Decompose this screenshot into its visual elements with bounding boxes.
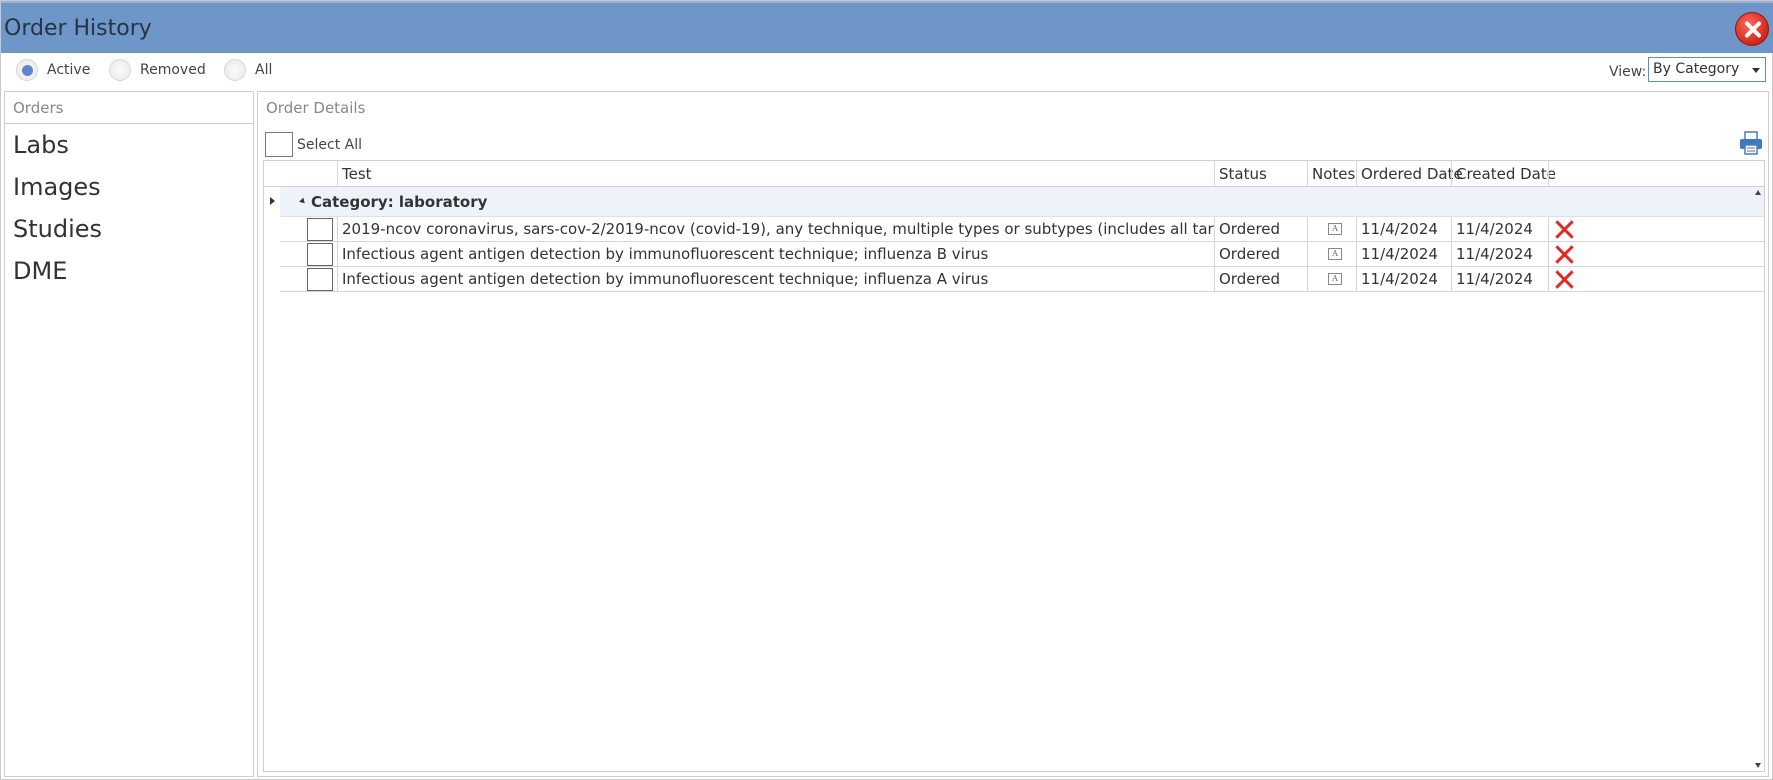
radio-all-label: All <box>255 62 273 78</box>
filter-bar: Active Removed All View: By Category <box>1 53 1773 89</box>
radio-active[interactable]: Active <box>16 59 90 81</box>
orders-panel-header: Orders <box>5 92 253 124</box>
order-history-window: Order History Active Removed All View: B… <box>0 0 1773 780</box>
grid-header: Test Status Notes Ordered Date Created D… <box>264 161 1764 187</box>
delete-icon[interactable] <box>1554 219 1574 239</box>
radio-active-circle[interactable] <box>16 59 38 81</box>
window-title: Order History <box>4 16 152 41</box>
notes-icon[interactable]: A <box>1328 223 1342 235</box>
radio-removed-label: Removed <box>140 62 206 78</box>
notes-icon[interactable]: A <box>1328 273 1342 285</box>
column-created-date[interactable]: Created Date <box>1451 161 1556 187</box>
delete-icon[interactable] <box>1554 244 1574 264</box>
order-details-panel: Order Details Select All Test Status Not… <box>257 91 1769 777</box>
ordered-date-cell: 11/4/2024 <box>1356 267 1451 292</box>
radio-all[interactable]: All <box>224 59 272 81</box>
chevron-down-icon[interactable] <box>1752 68 1760 73</box>
orders-grid: Test Status Notes Ordered Date Created D… <box>263 160 1765 772</box>
row-checkbox[interactable] <box>307 218 333 241</box>
test-cell: Infectious agent antigen detection by im… <box>337 267 1214 292</box>
column-actions <box>1548 161 1578 187</box>
select-all-label: Select All <box>297 136 362 153</box>
order-category-images[interactable]: Images <box>5 166 253 208</box>
group-row[interactable]: Category: laboratory <box>280 187 1764 217</box>
view-select[interactable]: By Category <box>1648 57 1766 82</box>
title-bar: Order History <box>1 1 1773 53</box>
group-label: Category: laboratory <box>311 193 488 211</box>
row-checkbox[interactable] <box>307 243 333 266</box>
printer-icon[interactable] <box>1738 130 1764 156</box>
column-ordered-date[interactable]: Ordered Date <box>1356 161 1463 187</box>
order-category-labs[interactable]: Labs <box>5 124 253 166</box>
test-cell: 2019-ncov coronavirus, sars-cov-2/2019-n… <box>337 217 1214 242</box>
order-details-header: Order Details <box>266 99 366 117</box>
radio-removed[interactable]: Removed <box>109 59 206 81</box>
created-date-cell: 11/4/2024 <box>1451 267 1548 292</box>
column-test[interactable]: Test <box>337 161 1214 187</box>
select-all[interactable]: Select All <box>265 132 362 157</box>
created-date-cell: 11/4/2024 <box>1451 242 1548 267</box>
view-select-value: By Category <box>1653 61 1740 77</box>
status-cell: Ordered <box>1214 217 1307 242</box>
delete-icon[interactable] <box>1554 269 1574 289</box>
order-category-studies[interactable]: Studies <box>5 208 253 250</box>
radio-active-label: Active <box>47 62 91 78</box>
close-icon[interactable] <box>1735 12 1769 46</box>
test-cell: Infectious agent antigen detection by im… <box>337 242 1214 267</box>
notes-icon[interactable]: A <box>1328 248 1342 260</box>
radio-removed-circle[interactable] <box>109 59 131 81</box>
ordered-date-cell: 11/4/2024 <box>1356 242 1451 267</box>
created-date-cell: 11/4/2024 <box>1451 217 1548 242</box>
scroll-down-icon[interactable] <box>1755 763 1761 768</box>
table-row[interactable]: Infectious agent antigen detection by im… <box>280 267 1764 292</box>
row-checkbox[interactable] <box>307 268 333 291</box>
table-row[interactable]: 2019-ncov coronavirus, sars-cov-2/2019-n… <box>280 217 1764 242</box>
collapse-triangle-icon[interactable] <box>299 197 307 206</box>
expand-arrow-icon[interactable] <box>270 197 275 205</box>
select-all-checkbox[interactable] <box>265 132 293 157</box>
radio-all-circle[interactable] <box>224 59 246 81</box>
orders-panel: Orders Labs Images Studies DME <box>4 91 254 777</box>
column-status[interactable]: Status <box>1214 161 1307 187</box>
status-cell: Ordered <box>1214 242 1307 267</box>
scroll-up-icon[interactable] <box>1755 190 1761 195</box>
column-notes[interactable]: Notes <box>1307 161 1356 187</box>
order-category-dme[interactable]: DME <box>5 250 253 292</box>
status-cell: Ordered <box>1214 267 1307 292</box>
view-label: View: <box>1609 64 1647 80</box>
ordered-date-cell: 11/4/2024 <box>1356 217 1451 242</box>
table-row[interactable]: Infectious agent antigen detection by im… <box>280 242 1764 267</box>
